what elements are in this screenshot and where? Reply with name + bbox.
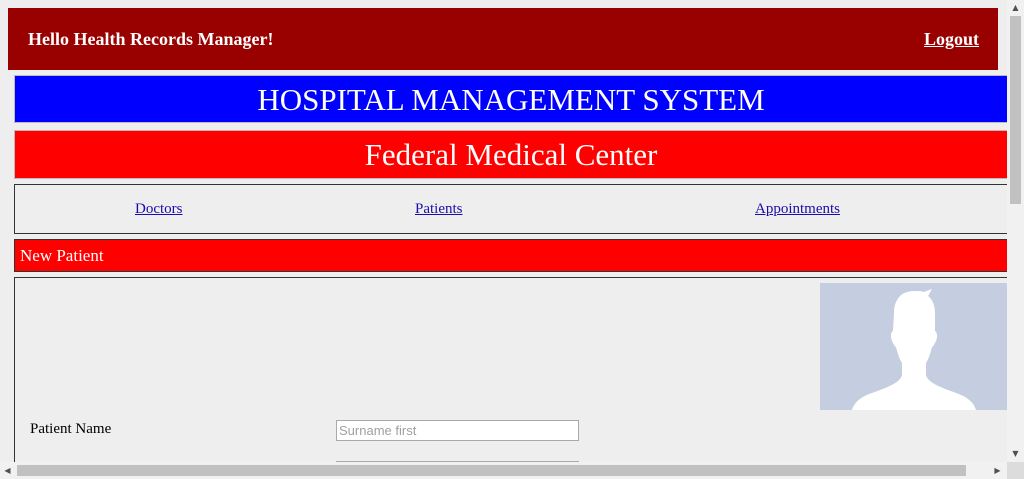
top-bar: Hello Health Records Manager! Logout — [8, 8, 998, 70]
horizontal-scroll-thumb[interactable] — [17, 465, 966, 476]
horizontal-scrollbar[interactable]: ◀ ▶ — [0, 462, 1007, 479]
nav-link-patients[interactable]: Patients — [415, 201, 463, 218]
hospital-name-banner: Federal Medical Center — [14, 130, 1007, 179]
arrow-right-icon[interactable]: ▶ — [990, 463, 1005, 478]
patient-name-label: Patient Name — [30, 421, 112, 437]
logout-link[interactable]: Logout — [924, 29, 979, 50]
patient-photo-placeholder[interactable] — [820, 283, 1007, 410]
vertical-scroll-thumb[interactable] — [1010, 16, 1021, 204]
scrollbar-corner — [1007, 462, 1024, 479]
system-title-banner: HOSPITAL MANAGEMENT SYSTEM — [14, 75, 1007, 123]
arrow-left-icon[interactable]: ◀ — [0, 463, 15, 478]
nav-link-doctors[interactable]: Doctors — [135, 201, 183, 218]
main-nav: Doctors Patients Appointments — [14, 184, 1007, 234]
greeting-text: Hello Health Records Manager! — [28, 29, 274, 49]
patient-name-input[interactable] — [336, 420, 579, 441]
nav-link-appointments[interactable]: Appointments — [755, 201, 840, 218]
vertical-scrollbar[interactable]: ▲ ▼ — [1007, 0, 1024, 462]
page-viewport: Hello Health Records Manager! Logout HOS… — [0, 0, 1007, 462]
default-avatar-icon — [820, 283, 1007, 410]
new-patient-form: Patient Name — [14, 277, 1007, 462]
section-title: New Patient — [14, 239, 1007, 272]
arrow-up-icon[interactable]: ▲ — [1008, 0, 1023, 15]
arrow-down-icon[interactable]: ▼ — [1008, 446, 1023, 461]
